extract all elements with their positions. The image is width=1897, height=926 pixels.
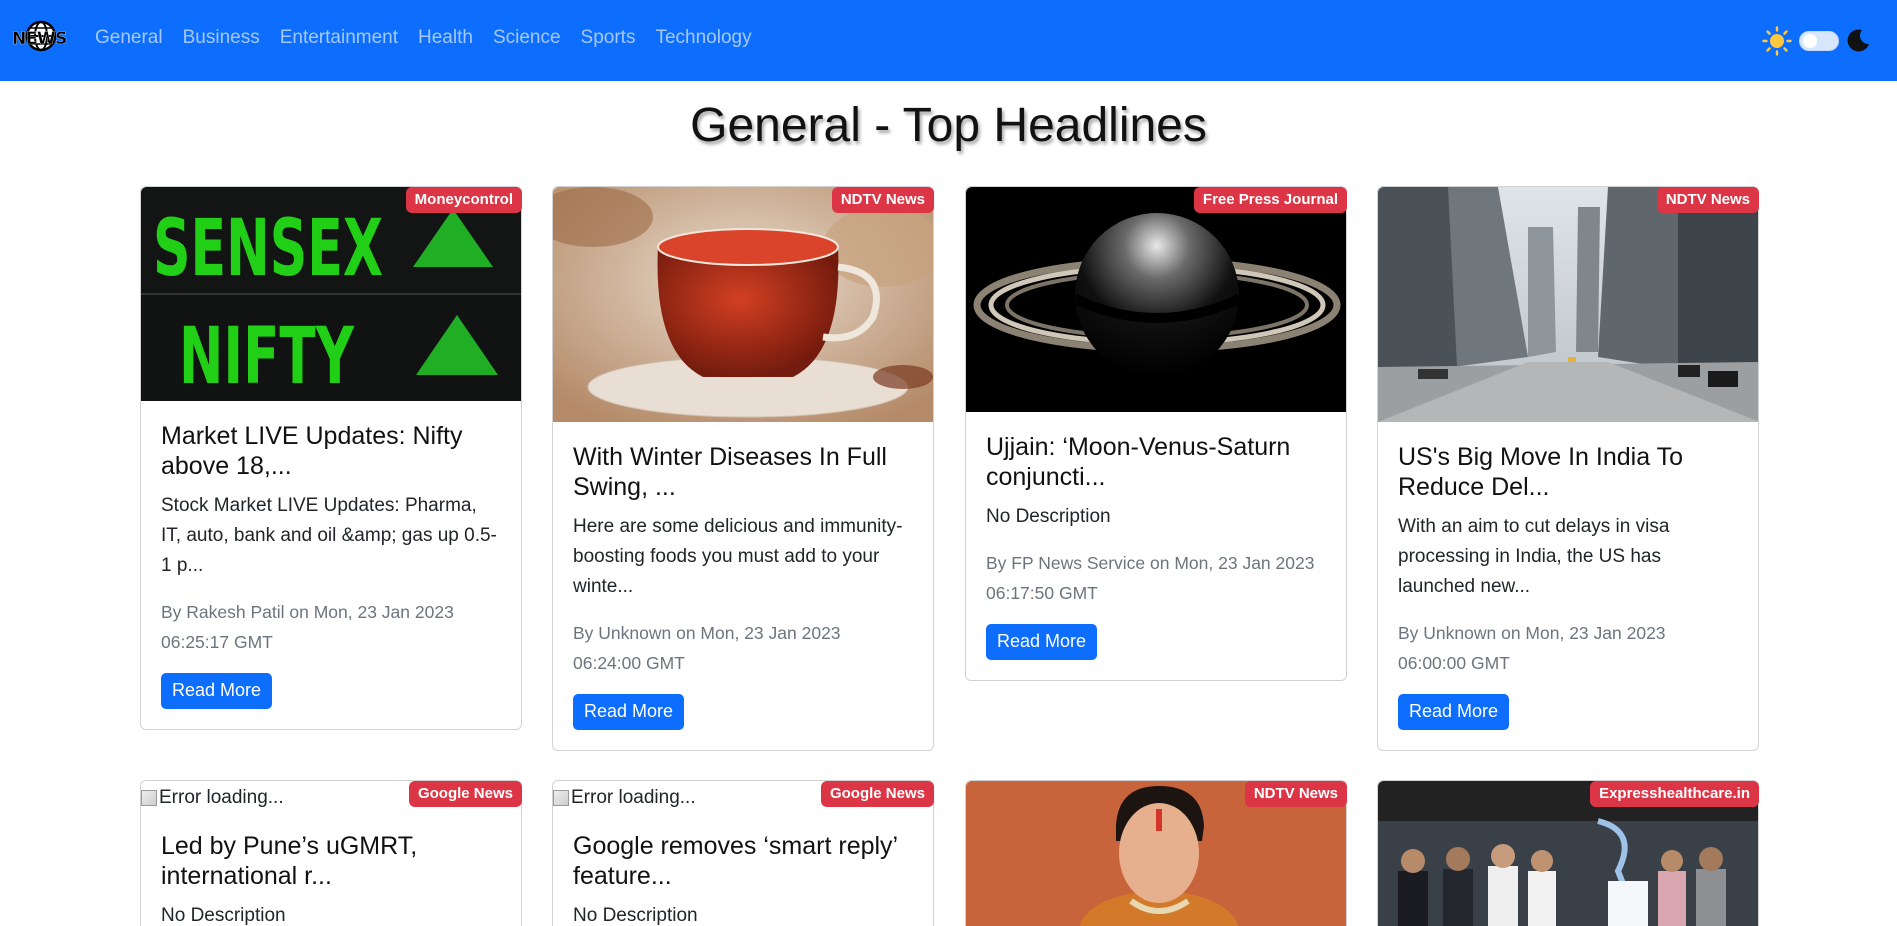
news-card: Google News Error loading... Led by Pune… [140,780,522,926]
broken-image-icon [141,790,157,806]
card-meta: By FP News Service on Mon, 23 Jan 2023 0… [986,553,1315,603]
source-badge: NDTV News [831,187,934,213]
source-badge: Free Press Journal [1193,187,1347,213]
nav-link-general[interactable]: General [95,27,163,49]
card-image [1378,187,1758,422]
news-card: NDTV News With Winter Diseases In Full S… [552,186,934,751]
nav-links: General Business Entertainment Health Sc… [95,27,772,49]
source-badge: NDTV News [1656,187,1759,213]
card-description: Stock Market LIVE Updates: Pharma, IT, a… [161,495,497,576]
svg-text:NIFTY: NIFTY [179,312,355,401]
nav-link-entertainment[interactable]: Entertainment [280,27,398,49]
page-title: General - Top Headlines [690,99,1207,152]
source-badge: NDTV News [1244,781,1347,807]
dark-mode-switch[interactable] [1799,31,1839,51]
news-card: Moneycontrol SENSEX NIFTY Market LIVE Up… [140,186,522,730]
image-alt-text: Error loading... [571,787,696,808]
card-meta: By Unknown on Mon, 23 Jan 2023 06:24:00 … [573,623,841,673]
source-badge: Moneycontrol [405,187,522,213]
nav-link-health[interactable]: Health [418,27,473,49]
card-meta: By Rakesh Patil on Mon, 23 Jan 2023 06:2… [161,602,454,652]
card-image [553,187,933,422]
sun-icon [1762,26,1792,56]
news-card: Expresshealthcare.in [1377,780,1759,926]
card-title: With Winter Diseases In Full Swing, ... [573,443,887,501]
read-more-button[interactable]: Read More [1398,694,1510,730]
logo-text: NEWS [12,29,68,49]
broken-image-icon [553,790,569,806]
card-title: Google removes ‘smart reply’ feature... [573,832,898,890]
read-more-button[interactable]: Read More [986,624,1098,660]
news-card: Google News Error loading... Google remo… [552,780,934,926]
card-title: US's Big Move In India To Reduce Del... [1398,443,1684,501]
svg-text:SENSEX: SENSEX [153,204,383,294]
news-card: NDTV News [965,780,1347,926]
card-title: Led by Pune’s uGMRT, international r... [161,832,418,890]
news-logo[interactable]: NEWS [12,20,68,60]
card-title: Market LIVE Updates: Nifty above 18,... [161,422,463,480]
nav-link-sports[interactable]: Sports [581,27,636,49]
switch-knob [1803,34,1817,48]
source-badge: Google News [408,781,522,807]
card-description: With an aim to cut delays in visa proces… [1398,516,1670,597]
card-description: No Description [573,905,698,926]
news-card: Free Press Journal Ujjain: ‘Moon-Venus-S… [965,186,1347,681]
nav-link-technology[interactable]: Technology [655,27,751,49]
image-alt-text: Error loading... [159,787,284,808]
read-more-button[interactable]: Read More [161,673,273,709]
card-description: Here are some delicious and immunity-boo… [573,516,903,597]
card-description: No Description [161,905,286,926]
nav-link-business[interactable]: Business [183,27,260,49]
card-image: SENSEX NIFTY [141,187,521,401]
source-badge: Expresshealthcare.in [1590,781,1759,807]
news-card: NDTV News US's Big Move In India To Redu… [1377,186,1759,751]
read-more-button[interactable]: Read More [573,694,685,730]
card-title: Ujjain: ‘Moon-Venus-Saturn conjuncti... [986,433,1291,491]
moon-icon [1847,29,1869,52]
card-meta: By Unknown on Mon, 23 Jan 2023 06:00:00 … [1398,623,1666,673]
card-image [966,187,1346,412]
theme-toggle [1762,24,1872,58]
source-badge: Google News [820,781,934,807]
nav-link-science[interactable]: Science [493,27,561,49]
navbar: NEWS General Business Entertainment Heal… [0,0,1897,81]
card-description: No Description [986,506,1111,527]
